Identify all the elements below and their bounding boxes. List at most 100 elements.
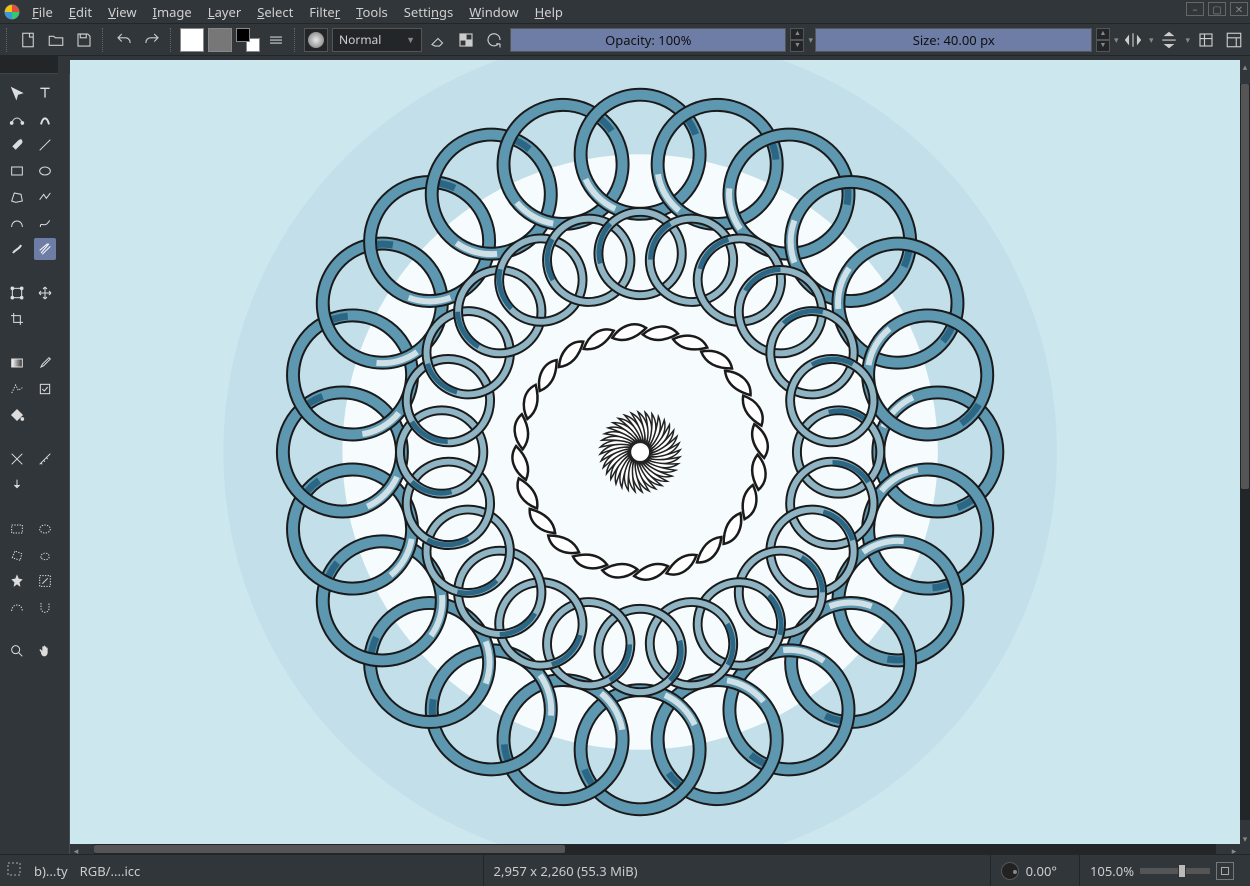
similar-color-select-tool[interactable] <box>34 570 56 592</box>
bezier-tool[interactable] <box>6 212 28 234</box>
blend-mode-select[interactable]: Normal▼ <box>332 28 422 52</box>
handle-icon[interactable] <box>6 28 10 52</box>
dropdown-caret-icon[interactable]: ▾ <box>1149 33 1154 46</box>
fill-tool[interactable] <box>6 404 28 426</box>
reference-tool[interactable] <box>6 474 28 496</box>
transform-tool[interactable] <box>6 282 28 304</box>
brush-tool[interactable] <box>6 134 28 156</box>
calligraphy-tool[interactable] <box>34 108 56 130</box>
alpha-lock-button[interactable] <box>454 28 478 52</box>
eraser-toggle-button[interactable] <box>426 28 450 52</box>
menu-view[interactable]: View <box>100 1 144 23</box>
vertical-scrollbar[interactable]: ▴▾ <box>1240 60 1250 844</box>
mirror-v-button[interactable] <box>1157 28 1181 52</box>
brush-preset-button[interactable] <box>304 28 328 52</box>
status-colorspace[interactable]: RGB/....icc <box>80 862 141 880</box>
dropdown-caret-icon[interactable]: ▾ <box>808 33 811 46</box>
handle-icon[interactable] <box>170 28 174 52</box>
color-picker-tool[interactable] <box>34 352 56 374</box>
wrap-button[interactable] <box>1194 28 1218 52</box>
mirror-h-button[interactable] <box>1121 28 1145 52</box>
polyline-tool[interactable] <box>34 186 56 208</box>
menu-layer[interactable]: Layer <box>200 1 249 23</box>
size-spinner[interactable]: ▲▼ <box>1096 28 1110 52</box>
polygon-select-tool[interactable] <box>6 544 28 566</box>
menu-window[interactable]: Window <box>461 1 526 23</box>
ellipse-tool[interactable] <box>34 160 56 182</box>
zoom-fit-button[interactable] <box>1216 862 1234 880</box>
move-layer-tool[interactable] <box>34 282 56 304</box>
magnetic-select-tool[interactable] <box>34 596 56 618</box>
assistant-tool[interactable] <box>6 448 28 470</box>
app-logo-icon <box>4 4 20 20</box>
new-file-button[interactable] <box>16 28 40 52</box>
menu-select[interactable]: Select <box>249 1 301 23</box>
fg-color-swatch[interactable] <box>180 28 204 52</box>
dropdown-caret-icon[interactable]: ▾ <box>1185 33 1190 46</box>
measure-tool[interactable] <box>34 448 56 470</box>
workspace-button[interactable] <box>1222 28 1246 52</box>
menu-image[interactable]: Image <box>145 1 200 23</box>
multibrush-tool[interactable] <box>34 238 56 260</box>
colorize-mask-tool[interactable] <box>6 378 28 400</box>
status-docname: b)...ty <box>34 862 68 880</box>
window-maximize-button[interactable]: ▢ <box>1208 2 1226 16</box>
rect-select-tool[interactable] <box>6 518 28 540</box>
crop-tool[interactable] <box>6 308 28 330</box>
freehand-select-tool[interactable] <box>34 544 56 566</box>
smart-patch-tool[interactable] <box>34 378 56 400</box>
window-minimize-button[interactable]: – <box>1186 2 1204 16</box>
status-dimensions: 2,957 x 2,260 (55.3 MiB) <box>483 855 648 886</box>
pattern-swatch[interactable] <box>208 28 232 52</box>
menu-tools[interactable]: Tools <box>348 1 396 23</box>
freehand-path-tool[interactable] <box>34 212 56 234</box>
bezier-select-tool[interactable] <box>6 596 28 618</box>
polygon-tool[interactable] <box>6 186 28 208</box>
size-label: Size: 40.00 px <box>913 31 995 49</box>
dropdown-caret-icon[interactable]: ▾ <box>1114 33 1117 46</box>
canvas-area: ◂▸ ▴▾ <box>70 60 1250 854</box>
toolbar: Normal▼ Opacity: 100% ▲▼ ▾ Size: 40.00 p… <box>0 23 1250 56</box>
reload-preset-button[interactable] <box>482 28 506 52</box>
menu-help[interactable]: Help <box>527 1 571 23</box>
save-file-button[interactable] <box>72 28 96 52</box>
zoom-tool[interactable] <box>6 640 28 662</box>
text-tool[interactable] <box>34 82 56 104</box>
handle-icon[interactable] <box>294 28 298 52</box>
gradient-tool[interactable] <box>6 352 28 374</box>
edit-shape-tool[interactable] <box>6 108 28 130</box>
status-rotation: 0.00° <box>990 855 1067 886</box>
fgbg-swap-icon[interactable] <box>236 28 260 52</box>
menubar: File Edit View Image Layer Select Filter… <box>0 0 1250 23</box>
toolbox <box>0 74 70 854</box>
blend-mode-label: Normal <box>339 31 381 48</box>
ellipse-select-tool[interactable] <box>34 518 56 540</box>
rectangle-tool[interactable] <box>6 160 28 182</box>
move-tool[interactable] <box>6 82 28 104</box>
horizontal-scrollbar[interactable]: ◂▸ <box>70 844 1240 854</box>
undo-button[interactable] <box>112 28 136 52</box>
line-tool[interactable] <box>34 134 56 156</box>
document-tab[interactable] <box>0 56 58 74</box>
size-slider[interactable]: Size: 40.00 px <box>815 28 1091 52</box>
select-all-icon[interactable] <box>6 861 22 881</box>
menu-settings[interactable]: Settings <box>396 1 462 23</box>
menu-file[interactable]: File <box>24 1 61 23</box>
window-close-button[interactable]: ✕ <box>1230 2 1248 16</box>
contiguous-select-tool[interactable] <box>6 570 28 592</box>
opacity-slider[interactable]: Opacity: 100% <box>510 28 786 52</box>
zoom-slider[interactable] <box>1140 868 1210 874</box>
menu-filter[interactable]: Filter <box>301 1 348 23</box>
pan-tool[interactable] <box>34 640 56 662</box>
zoom-value[interactable]: 105.0% <box>1090 862 1134 880</box>
brush-settings-button[interactable] <box>264 28 288 52</box>
opacity-spinner[interactable]: ▲▼ <box>790 28 804 52</box>
dynamic-brush-tool[interactable] <box>6 238 28 260</box>
menu-edit[interactable]: Edit <box>61 1 100 23</box>
statusbar: b)...ty RGB/....icc 2,957 x 2,260 (55.3 … <box>0 854 1250 886</box>
open-file-button[interactable] <box>44 28 68 52</box>
canvas[interactable] <box>70 60 1240 844</box>
rotation-dial[interactable] <box>1001 862 1019 880</box>
handle-icon[interactable] <box>102 28 106 52</box>
redo-button[interactable] <box>140 28 164 52</box>
